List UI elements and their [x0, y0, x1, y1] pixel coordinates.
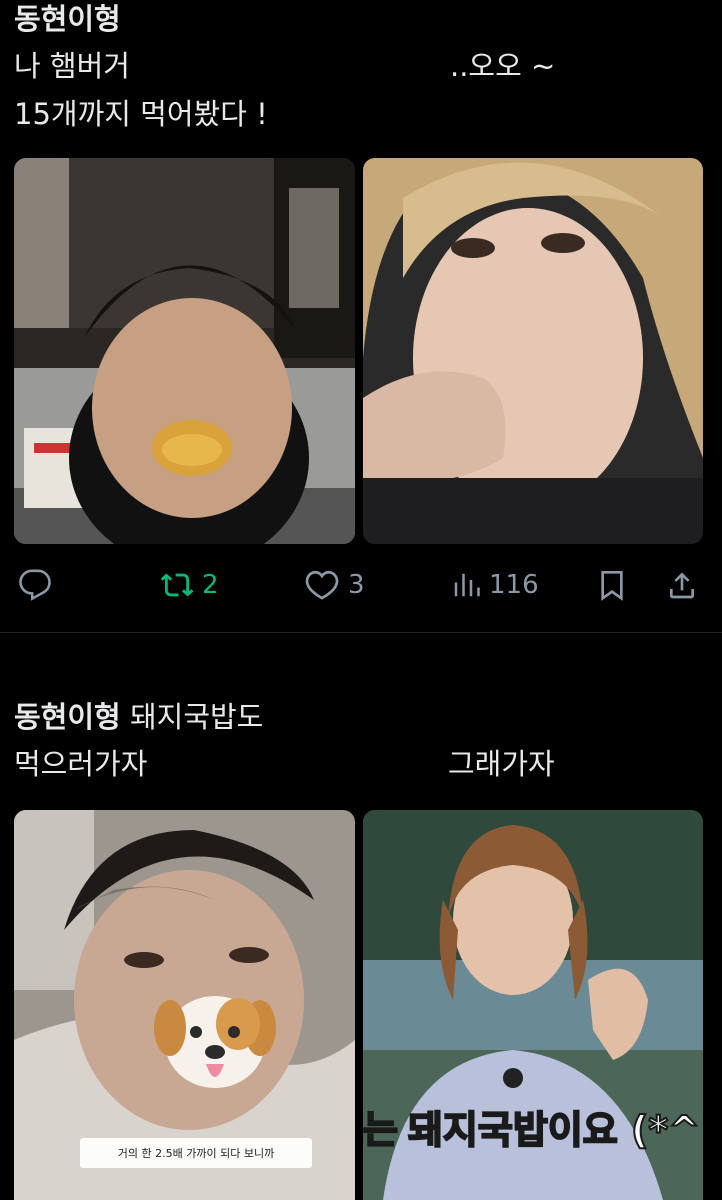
post-2-text-line-1: 동현이형 돼지국밥도	[14, 700, 264, 734]
post-1-text-line-2-left: 나 햄버거	[14, 49, 130, 83]
retweet-icon	[160, 573, 194, 597]
heart-icon	[305, 570, 339, 600]
views-chart-icon	[454, 573, 480, 597]
video-subtitle: 는 돼지국밥 이요 (*^	[363, 1102, 701, 1151]
post-2-author-name: 동현이형	[14, 700, 121, 734]
post-1-author-name: 동현이형	[14, 2, 121, 36]
post-1-photo-right[interactable]	[363, 158, 703, 544]
reply-icon	[19, 569, 51, 601]
post-1-text-line-2-right: ..오오 ~	[450, 49, 556, 83]
video-subtitle-rest: 이요 (*^	[547, 1107, 701, 1151]
post-1-photo-left-image	[14, 158, 355, 544]
post-2-text-line-1-rest: 돼지국밥도	[129, 700, 264, 734]
post-1-action-bar: 2 3 116	[0, 560, 722, 610]
post-1-photo-right-image	[363, 158, 703, 544]
share-icon	[670, 572, 694, 599]
video-caption: 거의 한 2.5배 가까이 되다 보니까	[80, 1138, 312, 1168]
retweet-button[interactable]: 2	[160, 560, 219, 610]
post-2-text-line-2-left: 먹으러가자	[14, 747, 148, 781]
like-count: 3	[348, 570, 365, 600]
video-subtitle-highlight: 돼지국밥	[407, 1107, 549, 1151]
retweet-count: 2	[202, 570, 219, 600]
like-button[interactable]: 3	[304, 560, 365, 610]
post-2-text-line-2-right: 그래가자	[448, 747, 555, 781]
dog-emoji-sticker	[154, 996, 276, 1088]
post-divider	[0, 632, 722, 633]
share-button[interactable]	[666, 560, 698, 610]
reply-button[interactable]	[18, 560, 52, 610]
post-2-photo-right[interactable]: 는 돼지국밥 이요 (*^	[363, 810, 703, 1200]
view-count: 116	[489, 570, 539, 600]
post-1-photo-left[interactable]	[14, 158, 355, 544]
post-2-photo-left[interactable]: 거의 한 2.5배 가까이 되다 보니까	[14, 810, 355, 1200]
video-subtitle-prefix: 는	[363, 1107, 399, 1151]
bookmark-icon	[601, 571, 623, 601]
views-button[interactable]: 116	[451, 560, 539, 610]
bookmark-button[interactable]	[596, 560, 628, 610]
post-1-text-line-3-left: 15개까지 먹어봤다 !	[14, 97, 268, 131]
